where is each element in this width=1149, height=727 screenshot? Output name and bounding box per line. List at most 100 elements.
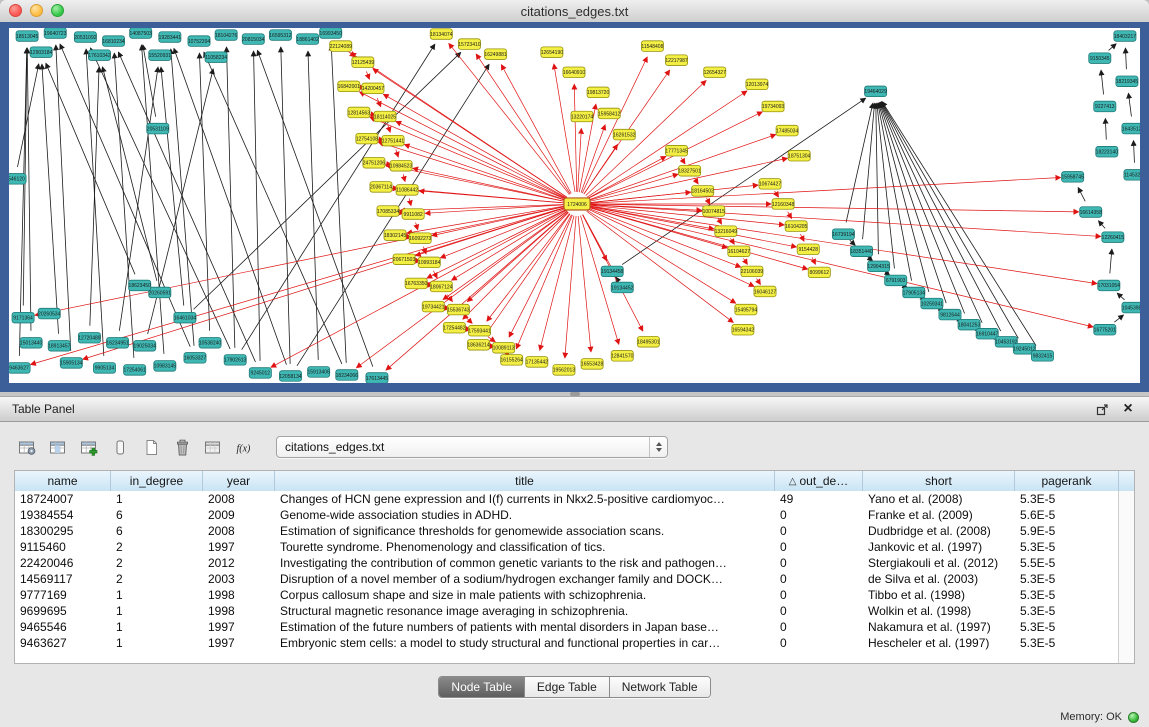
network-node[interactable]: 24751206	[363, 157, 386, 168]
network-node[interactable]: 9171364	[12, 312, 34, 323]
network-node[interactable]: 19734421	[422, 301, 445, 312]
table-cell-short[interactable]: Yano et al. (2008)	[863, 491, 1015, 507]
network-node[interactable]: 12841570	[611, 351, 634, 362]
table-cell-in_degree[interactable]: 1	[111, 491, 203, 507]
network-node[interactable]: 19734093	[762, 101, 785, 112]
table-cell-year[interactable]: 1997	[203, 539, 275, 555]
table-row[interactable]: 2242004622012Investigating the contribut…	[15, 555, 1119, 571]
network-node[interactable]: 20260534	[38, 308, 61, 319]
network-node[interactable]: 10983145	[154, 361, 177, 372]
network-node[interactable]: 20531109	[147, 123, 169, 134]
network-node[interactable]: 10984523	[390, 160, 413, 171]
network-node[interactable]: 18234066	[336, 370, 359, 381]
table-cell-year[interactable]: 1998	[203, 603, 275, 619]
zoom-window-button[interactable]	[51, 4, 64, 17]
network-node[interactable]: 16763350	[405, 278, 428, 289]
network-node[interactable]: 12903184	[30, 47, 53, 58]
network-node[interactable]: 15723410	[458, 39, 481, 50]
window-titlebar[interactable]: citations_edges.txt	[0, 0, 1149, 23]
table-cell-year[interactable]: 1998	[203, 587, 275, 603]
table-cell-out_degree[interactable]: 0	[775, 555, 863, 571]
network-canvas[interactable]: 1724006221240891212543916842001142004571…	[9, 28, 1140, 383]
network-node[interactable]: 20815034	[242, 34, 265, 45]
network-node[interactable]: 17593441	[468, 325, 491, 336]
network-node[interactable]: 19813720	[587, 87, 610, 98]
network-node[interactable]: 8099612	[808, 267, 830, 278]
network-node[interactable]: 13216049	[715, 226, 738, 237]
network-node[interactable]: 12058134	[279, 371, 302, 382]
table-cell-title[interactable]: Genome-wide association studies in ADHD.	[275, 507, 775, 523]
network-node[interactable]: 17135442	[526, 357, 549, 368]
table-cell-short[interactable]: de Silva et al. (2003)	[863, 571, 1015, 587]
table-cell-out_degree[interactable]: 0	[775, 571, 863, 587]
network-node[interactable]: 20367114	[370, 182, 392, 193]
table-cell-in_degree[interactable]: 6	[111, 523, 203, 539]
table-cell-title[interactable]: Estimation of the future numbers of pati…	[275, 619, 775, 635]
network-node[interactable]: 15013440	[20, 337, 43, 348]
table-cell-year[interactable]: 2008	[203, 491, 275, 507]
import-table-button[interactable]	[76, 435, 103, 460]
network-node[interactable]: 17902613	[224, 355, 247, 366]
table-row[interactable]: 1456911722003Disruption of a novel membe…	[15, 571, 1119, 587]
column-header-pagerank[interactable]: pagerank	[1015, 471, 1119, 491]
table-cell-name[interactable]: 22420046	[15, 555, 111, 571]
table-cell-out_degree[interactable]: 0	[775, 603, 863, 619]
network-node[interactable]: 18327501	[678, 166, 701, 177]
table-cell-short[interactable]: Dudbridge et al. (2008)	[863, 523, 1015, 539]
network-node[interactable]: 14087503	[130, 28, 153, 38]
network-node[interactable]: 10453981	[1122, 302, 1140, 313]
network-node[interactable]: 16739194	[832, 229, 855, 240]
network-node[interactable]: 18636214	[467, 340, 490, 351]
table-cell-in_degree[interactable]: 1	[111, 603, 203, 619]
table-cell-year[interactable]: 2012	[203, 555, 275, 571]
network-node[interactable]: 20260591	[149, 287, 172, 298]
network-node[interactable]: 17254482	[443, 322, 466, 333]
network-node[interactable]: 11086442	[396, 185, 418, 196]
network-node[interactable]: 18164502	[692, 186, 715, 197]
close-panel-button[interactable]: ×	[1119, 400, 1137, 418]
network-node[interactable]: 15905134	[60, 358, 83, 369]
network-node[interactable]: 18134074	[430, 29, 453, 40]
table-cell-in_degree[interactable]: 1	[111, 587, 203, 603]
table-cell-pagerank[interactable]: 5.3E-5	[1015, 491, 1119, 507]
column-header-name[interactable]: name	[15, 471, 111, 491]
table-cell-pagerank[interactable]: 5.3E-5	[1015, 571, 1119, 587]
network-node[interactable]: 9911082	[402, 209, 424, 220]
network-node[interactable]: 17254061	[124, 365, 147, 376]
network-node[interactable]: 12751441	[382, 135, 405, 146]
network-node[interactable]: 17613445	[366, 373, 389, 383]
table-cell-pagerank[interactable]: 5.3E-5	[1015, 539, 1119, 555]
table-row[interactable]: 977716911998Corpus callosum shape and si…	[15, 587, 1119, 603]
network-node[interactable]: 12160348	[772, 199, 795, 210]
table-cell-out_degree[interactable]: 49	[775, 491, 863, 507]
network-node[interactable]: 11548408	[641, 41, 663, 52]
table-cell-title[interactable]: Changes of HCN gene expression and I(f) …	[275, 491, 775, 507]
delete-button[interactable]	[169, 435, 196, 460]
network-node[interactable]: 16842001	[338, 81, 361, 92]
network-node[interactable]: 16993450	[320, 28, 343, 38]
table-cell-pagerank[interactable]: 5.5E-5	[1015, 555, 1119, 571]
network-node[interactable]: 9546120	[9, 174, 26, 185]
table-cell-out_degree[interactable]: 0	[775, 619, 863, 635]
table-cell-in_degree[interactable]: 2	[111, 555, 203, 571]
network-node[interactable]: 15913406	[307, 367, 330, 378]
network-node[interactable]: 12654190	[541, 47, 564, 58]
network-node[interactable]: 9150345	[1089, 53, 1111, 64]
table-cell-pagerank[interactable]: 5.3E-5	[1015, 619, 1119, 635]
table-cell-title[interactable]: Structural magnetic resonance image aver…	[275, 603, 775, 619]
network-node[interactable]: 13220174	[571, 111, 594, 122]
network-node[interactable]: 9905134	[93, 363, 115, 374]
network-node[interactable]: 12754108	[356, 133, 379, 144]
network-node[interactable]: 18219345	[1116, 76, 1139, 87]
network-node[interactable]: 15536743	[447, 304, 470, 315]
table-row[interactable]: 1830029562008Estimation of significance …	[15, 523, 1119, 539]
table-cell-short[interactable]: Franke et al. (2009)	[863, 507, 1015, 523]
network-node[interactable]: 16053327	[184, 353, 207, 364]
table-cell-out_degree[interactable]: 0	[775, 523, 863, 539]
network-node[interactable]: 9245012	[249, 368, 271, 379]
network-node[interactable]: 10674427	[759, 179, 782, 190]
network-node[interactable]: 18751304	[788, 150, 811, 161]
network-node[interactable]: 17610342	[88, 50, 111, 61]
network-node[interactable]: 19134452	[611, 282, 634, 293]
network-node[interactable]: 16640910	[563, 67, 586, 78]
